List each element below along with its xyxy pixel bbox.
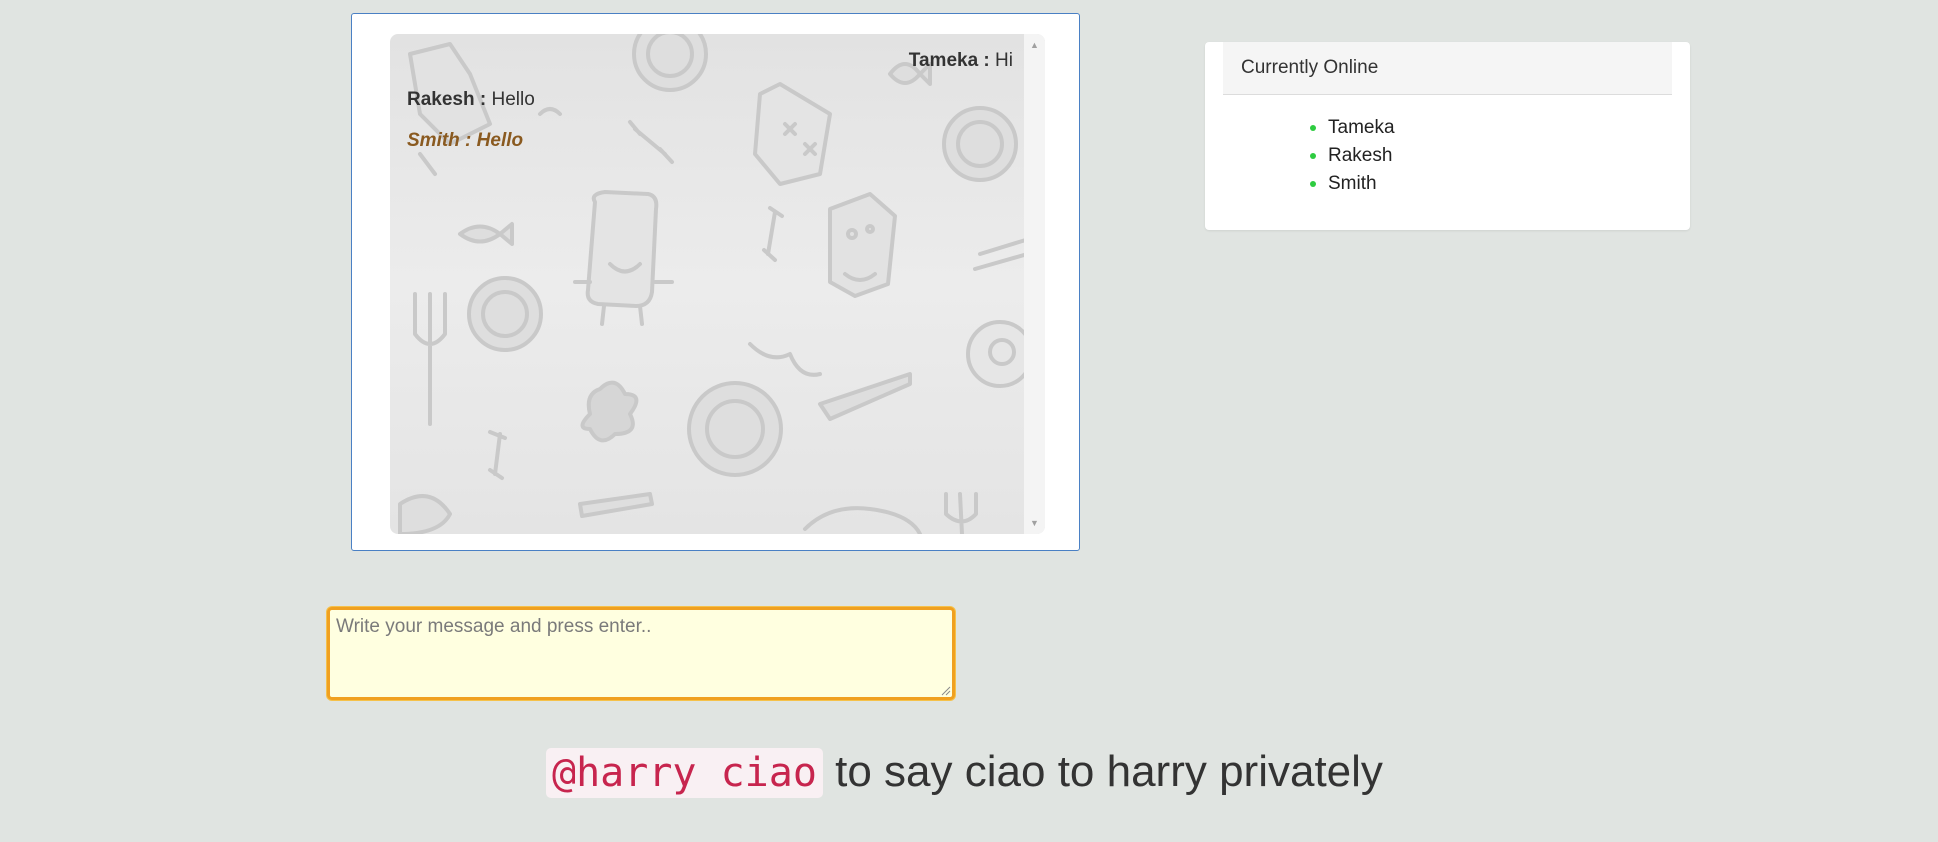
message-separator: : [978,50,996,71]
chat-message: Rakesh : Hello [407,89,535,111]
message-separator: : [474,89,492,110]
online-status-icon [1310,181,1316,187]
online-status-icon [1310,153,1316,159]
online-user-list: Tameka Rakesh Smith [1310,114,1395,198]
own-chat-message: Smith : Hello [407,130,524,151]
message-sender: Rakesh [407,89,475,110]
chat-scrollbar[interactable]: ▲ ▼ [1024,34,1045,534]
message-text: Hello [491,89,535,110]
scroll-up-icon[interactable]: ▲ [1024,36,1045,54]
hint-command-code: @harry ciao [546,748,823,798]
online-user-item: Smith [1310,170,1395,198]
private-message-hint: @harry ciao to say ciao to harry private… [546,744,1383,801]
online-user-item: Tameka [1310,114,1395,142]
chat-message: Tameka : Hi [909,50,1013,72]
online-user-name: Rakesh [1328,145,1393,166]
online-status-icon [1310,125,1316,131]
online-users-panel: Currently Online Tameka Rakesh Smith [1205,42,1690,230]
message-input[interactable] [327,607,955,700]
message-sender: Tameka [908,50,979,71]
online-user-item: Rakesh [1310,142,1395,170]
scroll-down-icon[interactable]: ▼ [1024,514,1045,532]
hint-text: to say ciao to harry privately [822,747,1383,796]
resize-handle-icon[interactable] [941,686,951,696]
online-users-heading: Currently Online [1223,42,1672,95]
message-text: Hi [995,50,1013,71]
chat-log[interactable]: Tameka : Hi Rakesh : Hello Smith : Hello… [390,34,1045,534]
online-user-name: Tameka [1328,117,1395,138]
chat-panel: Tameka : Hi Rakesh : Hello Smith : Hello… [351,13,1080,551]
online-user-name: Smith [1328,173,1377,194]
